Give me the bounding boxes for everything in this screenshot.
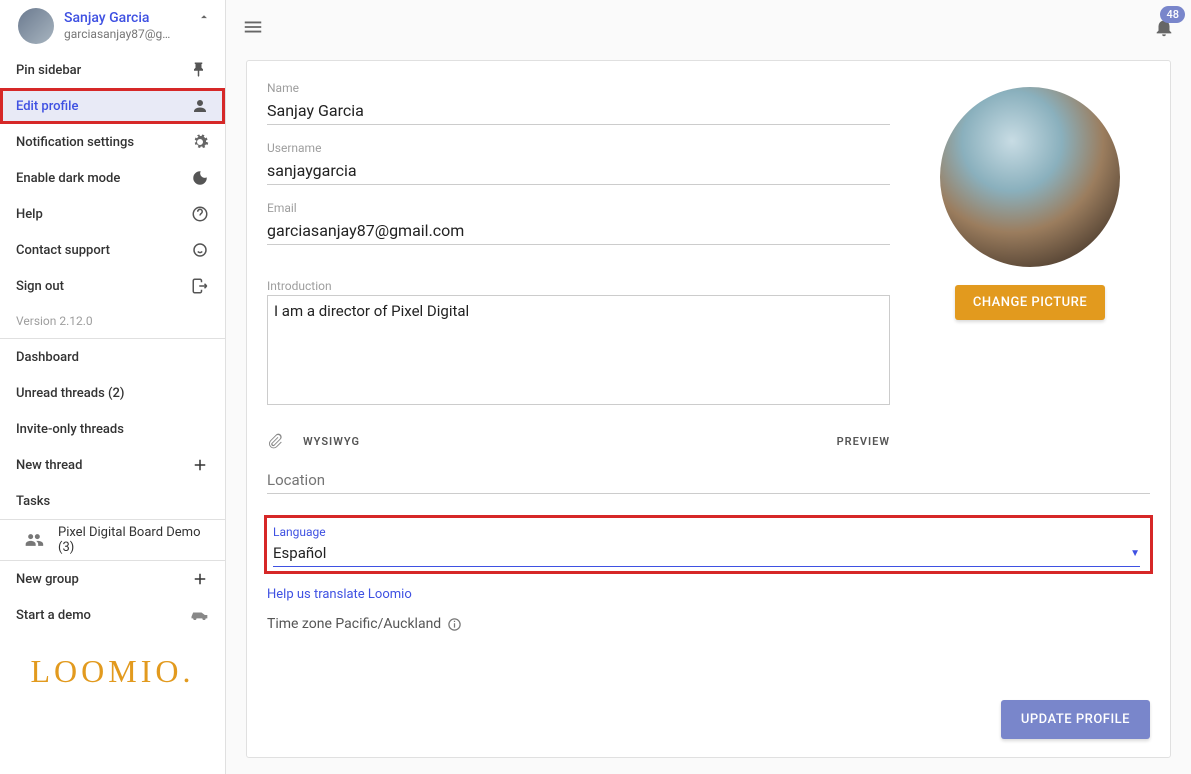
user-email: garciasanjay87@gmail.c...	[64, 27, 175, 41]
topbar: 48	[226, 0, 1191, 54]
user-name: Sanjay Garcia	[64, 11, 175, 26]
notifications-button[interactable]: 48	[1153, 16, 1175, 38]
person-icon	[191, 97, 209, 115]
sidebar-item-tasks[interactable]: Tasks	[0, 483, 225, 519]
sidebar-item-edit-profile[interactable]: Edit profile	[0, 88, 225, 124]
user-block[interactable]: Sanjay Garcia garciasanjay87@gmail.c...	[0, 0, 225, 52]
profile-picture	[940, 87, 1120, 267]
username-label: Username	[267, 141, 890, 155]
intro-label: Introduction	[267, 279, 890, 293]
change-picture-button[interactable]: CHANGE PICTURE	[955, 285, 1105, 320]
plus-icon	[191, 570, 209, 588]
sidebar-item-invite-only[interactable]: Invite-only threads	[0, 411, 225, 447]
notification-badge: 48	[1160, 6, 1185, 23]
intro-textarea[interactable]	[267, 295, 890, 405]
plus-icon	[191, 456, 209, 474]
logo: LOOMIO.	[0, 633, 225, 700]
attach-icon[interactable]	[267, 433, 283, 449]
sidebar-item-notifications[interactable]: Notification settings	[0, 124, 225, 160]
sidebar-item-dark-mode[interactable]: Enable dark mode	[0, 160, 225, 196]
sidebar-item-unread[interactable]: Unread threads (2)	[0, 375, 225, 411]
avatar	[18, 8, 54, 44]
caret-down-icon: ▼	[1130, 548, 1140, 559]
sidebar-item-dashboard[interactable]: Dashboard	[0, 339, 225, 375]
sidebar-item-start-demo[interactable]: Start a demo	[0, 597, 225, 633]
translate-link[interactable]: Help us translate Loomio	[267, 587, 890, 602]
sidebar-item-group[interactable]: Pixel Digital Board Demo (3)	[0, 520, 225, 560]
profile-card: Name Username Email Introduction	[246, 60, 1171, 758]
sidebar-item-new-thread[interactable]: New thread	[0, 447, 225, 483]
signout-icon	[191, 277, 209, 295]
menu-icon[interactable]	[242, 16, 264, 38]
username-input[interactable]	[267, 157, 890, 185]
moon-icon	[191, 169, 209, 187]
support-icon	[191, 241, 209, 259]
sidebar-item-new-group[interactable]: New group	[0, 561, 225, 597]
language-label: Language	[273, 525, 326, 539]
sidebar: Sanjay Garcia garciasanjay87@gmail.c... …	[0, 0, 226, 774]
update-profile-button[interactable]: UPDATE PROFILE	[1001, 700, 1150, 739]
email-input[interactable]	[267, 217, 890, 245]
name-label: Name	[267, 81, 890, 95]
chevron-up-icon[interactable]	[197, 10, 211, 24]
help-icon	[191, 205, 209, 223]
pin-icon	[191, 61, 209, 79]
timezone-text: Time zone Pacific/Auckland	[267, 616, 441, 632]
version-text: Version 2.12.0	[0, 304, 225, 338]
location-input[interactable]	[267, 467, 1150, 494]
car-icon	[189, 608, 209, 622]
gear-icon	[191, 133, 209, 151]
language-select[interactable]: Español ▼	[273, 540, 1140, 567]
info-icon[interactable]	[447, 617, 462, 632]
sidebar-item-support[interactable]: Contact support	[0, 232, 225, 268]
main: 48 Name Username Email Introduction	[226, 0, 1191, 774]
name-input[interactable]	[267, 97, 890, 125]
sidebar-item-pin[interactable]: Pin sidebar	[0, 52, 225, 88]
group-icon	[24, 530, 44, 550]
sidebar-item-help[interactable]: Help	[0, 196, 225, 232]
sidebar-item-signout[interactable]: Sign out	[0, 268, 225, 304]
email-label: Email	[267, 201, 890, 215]
preview-button[interactable]: PREVIEW	[837, 435, 890, 448]
language-field: Language Español ▼	[267, 518, 1150, 571]
wysiwyg-button[interactable]: WYSIWYG	[303, 435, 360, 448]
